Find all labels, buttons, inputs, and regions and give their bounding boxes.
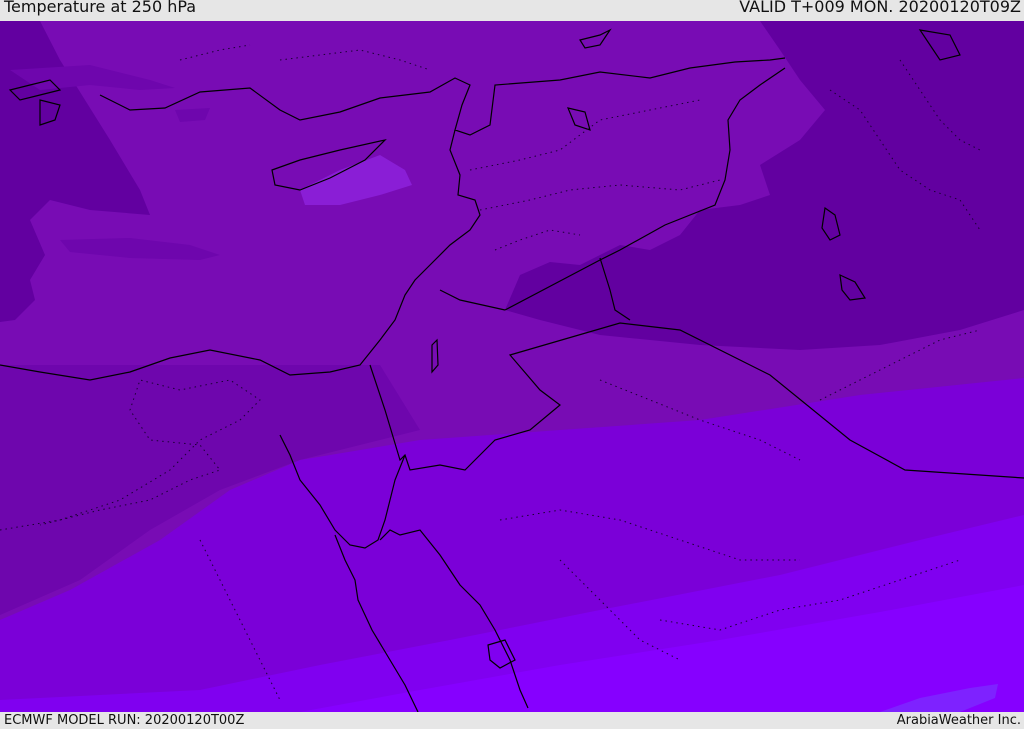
model-run-label: ECMWF MODEL RUN: 20200120T00Z [4, 713, 245, 728]
map-title: Temperature at 250 hPa [4, 0, 197, 16]
band-dark-lobe [175, 108, 210, 122]
footer-bar: ECMWF MODEL RUN: 20200120T00Z ArabiaWeat… [0, 712, 1024, 729]
header-bar: Temperature at 250 hPa VALID T+009 MON. … [0, 0, 1024, 21]
valid-time-label: VALID T+009 MON. 20200120T09Z [739, 0, 1021, 16]
credit-label: ArabiaWeather Inc. [896, 713, 1021, 728]
temperature-map[interactable] [0, 21, 1024, 712]
